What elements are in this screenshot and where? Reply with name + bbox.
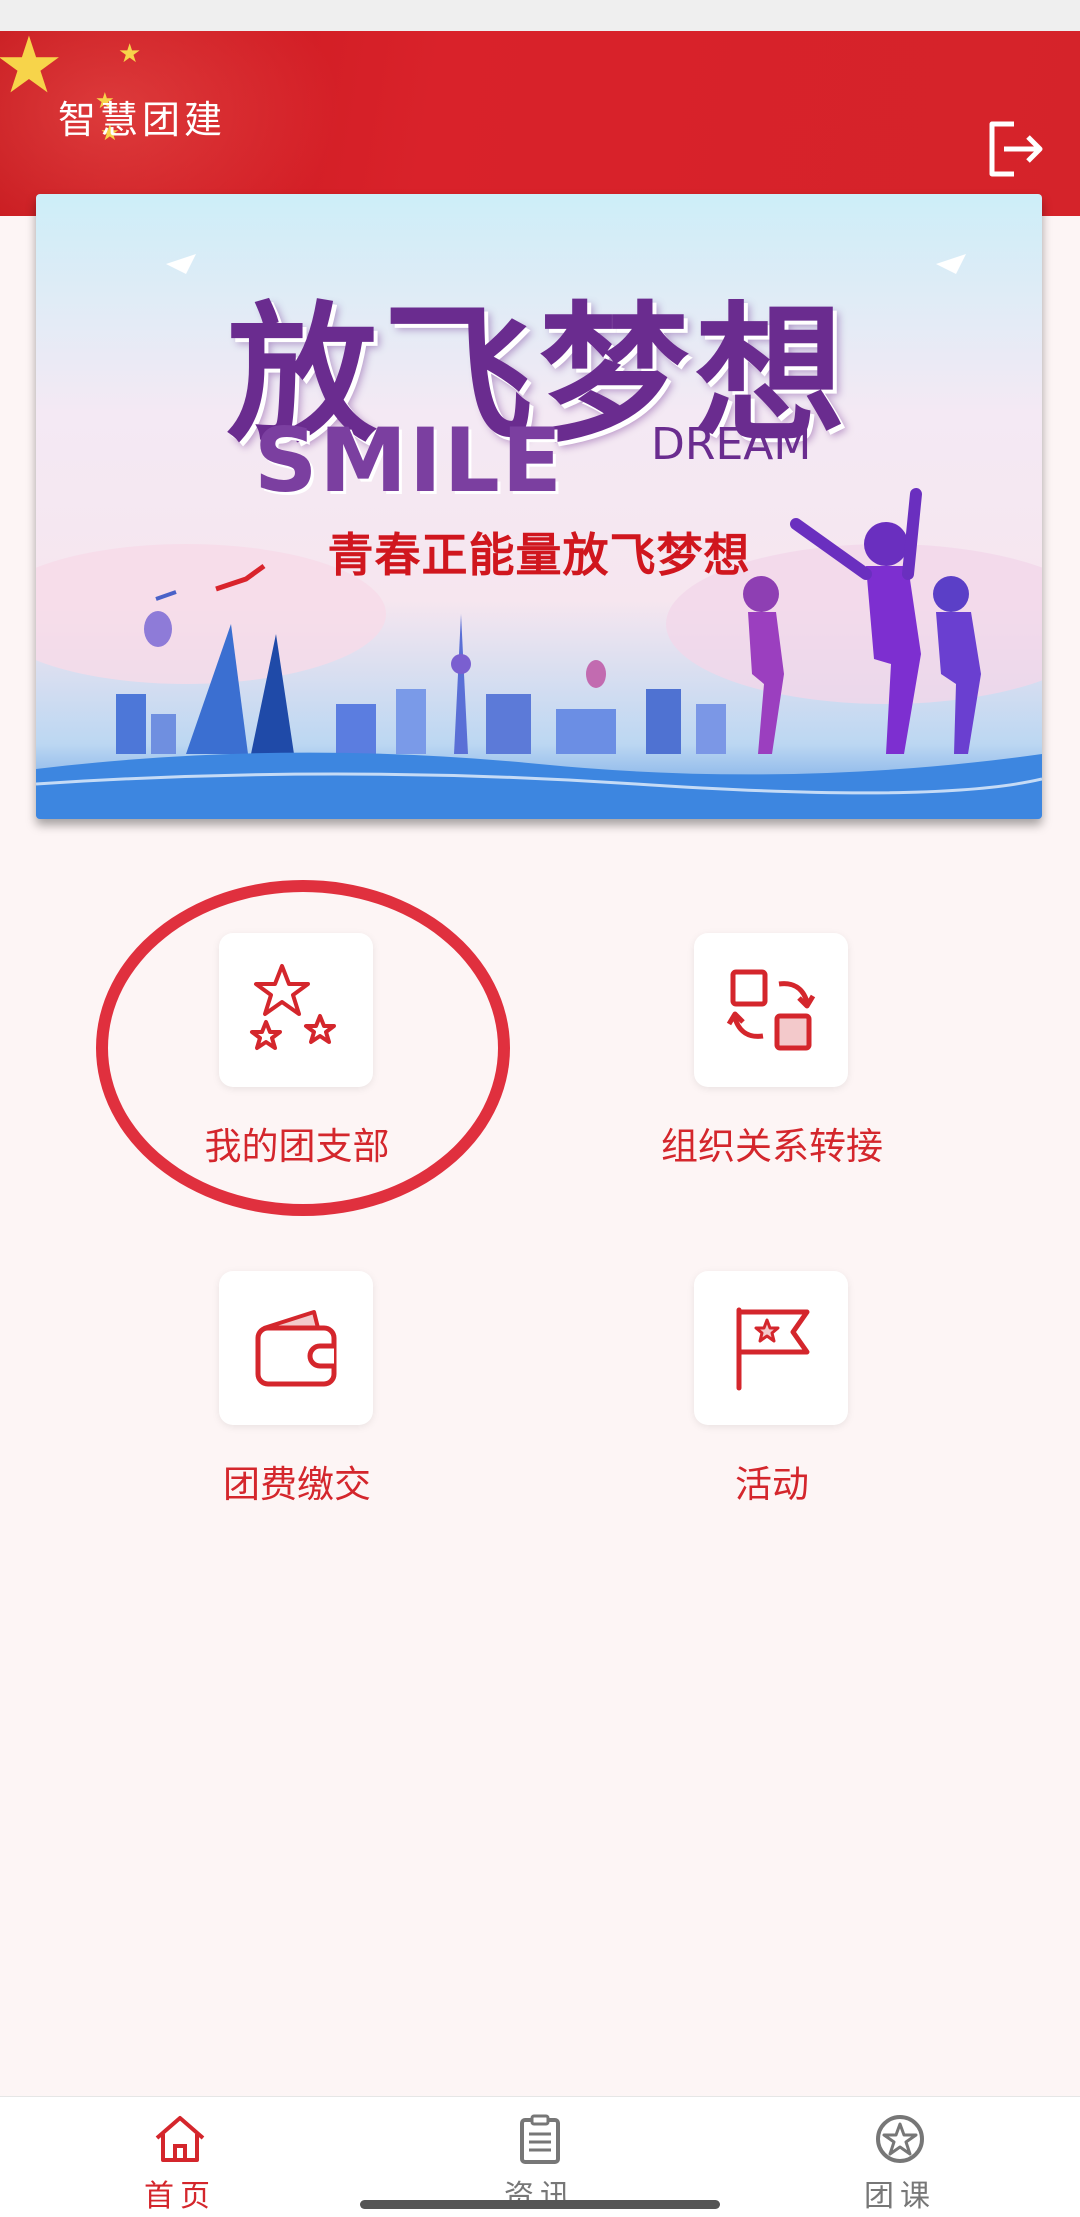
menu-item-activity[interactable]: 活动 bbox=[612, 1271, 912, 1551]
flag-star-large-icon: ★ bbox=[0, 31, 64, 111]
menu-item-transfer[interactable]: 组织关系转接 bbox=[612, 933, 912, 1213]
icon-tile bbox=[219, 933, 373, 1087]
star-badge-icon bbox=[870, 2113, 930, 2165]
flag-star-small-icon: ★ bbox=[118, 39, 142, 69]
menu-item-label: 团费缴交 bbox=[223, 1463, 371, 1506]
home-indicator[interactable] bbox=[360, 2200, 720, 2209]
promo-banner[interactable]: 放飞梦想 SMILE DREAM 青春正能量放飞梦想 bbox=[36, 194, 1042, 819]
bottom-tab-bar: 首页 资讯 团课 bbox=[0, 2096, 1080, 2217]
menu-item-label: 活动 bbox=[735, 1463, 809, 1506]
app-title: 智慧团建 bbox=[58, 98, 227, 142]
tab-label: 团课 bbox=[864, 2179, 936, 2214]
tab-label: 首页 bbox=[144, 2179, 216, 2214]
logout-button[interactable] bbox=[982, 116, 1048, 182]
flag-icon bbox=[736, 1307, 810, 1391]
icon-tile bbox=[694, 933, 848, 1087]
transfer-icon bbox=[726, 969, 816, 1051]
icon-tile bbox=[694, 1271, 848, 1425]
tab-home[interactable]: 首页 bbox=[80, 2097, 280, 2217]
menu-item-label: 我的团支部 bbox=[204, 1125, 390, 1168]
icon-tile bbox=[219, 1271, 373, 1425]
banner-slogan: 青春正能量放飞梦想 bbox=[327, 528, 751, 582]
wallet-icon bbox=[255, 1310, 337, 1387]
tab-news[interactable]: 资讯 bbox=[440, 2097, 640, 2217]
home-icon bbox=[150, 2113, 210, 2165]
logout-icon bbox=[989, 121, 1043, 177]
app-header: ★ ★ ★ ★ 智慧团建 bbox=[0, 31, 1080, 216]
menu-item-my-branch[interactable]: 我的团支部 bbox=[137, 933, 437, 1213]
menu-item-label: 组织关系转接 bbox=[661, 1125, 883, 1168]
stars-icon bbox=[250, 964, 336, 1050]
banner-english-smile: SMILE bbox=[254, 409, 564, 512]
tab-course[interactable]: 团课 bbox=[800, 2097, 1000, 2217]
menu-item-dues[interactable]: 团费缴交 bbox=[137, 1271, 437, 1551]
news-icon bbox=[510, 2113, 570, 2165]
banner-english-dream: DREAM bbox=[651, 419, 812, 470]
status-bar bbox=[0, 0, 1080, 31]
